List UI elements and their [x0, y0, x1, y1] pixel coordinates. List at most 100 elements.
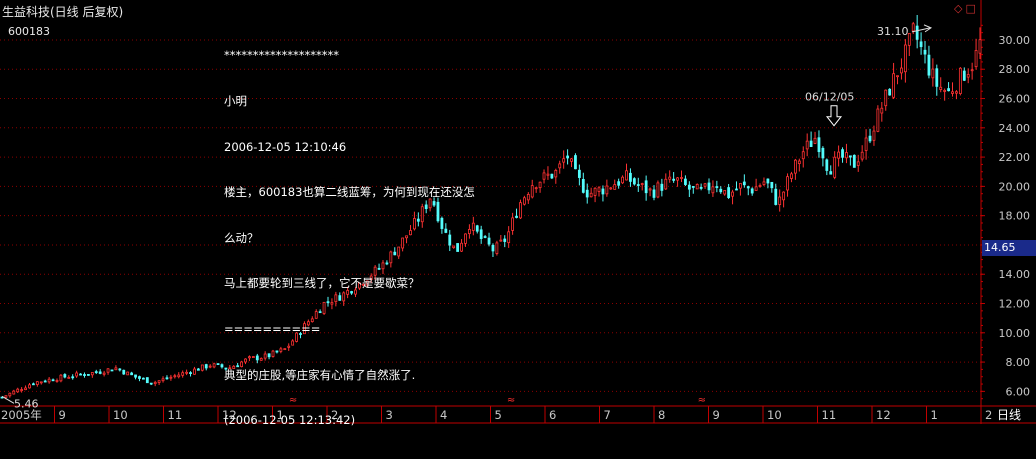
candle-up: [605, 185, 609, 195]
candle-down: [487, 237, 491, 245]
candle-down: [189, 372, 192, 375]
candle-up: [177, 374, 181, 378]
candle-up: [181, 372, 185, 376]
candle-up: [538, 181, 542, 189]
candle-down: [87, 374, 90, 376]
diamond-icon[interactable]: ◇: [954, 2, 962, 15]
candle-up: [793, 159, 797, 174]
candle-up: [495, 242, 499, 254]
candle-down: [821, 147, 825, 159]
candle-down: [141, 377, 145, 380]
y-tick-labels: 6.008.0010.0012.0014.0016.0018.0020.0022…: [999, 34, 1031, 398]
candle-up: [903, 44, 907, 73]
candle-down: [145, 377, 149, 384]
candle-up: [534, 187, 538, 190]
candle-down: [577, 169, 581, 178]
candle-down: [479, 229, 483, 239]
candle-down: [719, 188, 723, 193]
x-tick-label: 8: [658, 408, 665, 422]
candle-down: [715, 186, 719, 189]
chart-title: 生益科技(日线 后复权): [2, 5, 124, 19]
square-icon[interactable]: □: [965, 2, 975, 15]
candle-up: [75, 372, 79, 377]
low-pointer-line: [1, 395, 15, 404]
candle-up: [208, 365, 212, 368]
candle-down: [691, 186, 695, 188]
candle-down: [617, 181, 621, 186]
candle-up: [754, 186, 758, 191]
candle-down: [947, 88, 950, 92]
candle-down: [927, 54, 931, 76]
candle-down: [204, 364, 208, 369]
candle-up: [731, 191, 734, 197]
x-tick-label: 11: [168, 408, 183, 422]
candle-up: [530, 185, 534, 198]
candle-up: [625, 170, 628, 181]
note-line: 小明: [224, 94, 247, 108]
candle-down: [699, 187, 703, 189]
candle-up: [8, 392, 12, 397]
y-tick-label: 18.00: [999, 210, 1031, 223]
candle-down: [868, 135, 872, 142]
candle-down: [220, 364, 224, 368]
candle-up: [884, 89, 888, 107]
candle-up: [797, 160, 801, 164]
candle-down: [770, 181, 774, 189]
candle-down: [196, 368, 200, 371]
candle-up: [161, 378, 165, 382]
candle-down: [841, 149, 844, 158]
candle-up: [59, 374, 63, 382]
candle-down: [138, 376, 141, 379]
x-tick-label: 10: [767, 408, 782, 422]
candle-up: [153, 381, 157, 385]
candle-up: [39, 381, 43, 384]
candle-down: [684, 178, 687, 185]
candle-up: [4, 395, 8, 398]
candle-up: [966, 74, 970, 78]
period-tab[interactable]: 日线: [982, 406, 1036, 424]
candle-up: [613, 184, 617, 190]
candle-up: [648, 188, 652, 191]
candle-down: [79, 373, 82, 376]
candle-up: [542, 172, 546, 180]
candle-down: [503, 238, 507, 242]
candle-up: [711, 186, 715, 194]
candle-up: [106, 368, 110, 373]
candle-down: [852, 154, 856, 168]
x-tick-label: 11: [822, 408, 837, 422]
candle-down: [43, 380, 47, 383]
x-tick-label: 9: [59, 408, 66, 422]
candle-up: [20, 389, 24, 391]
candle-up: [511, 217, 515, 231]
candle-up: [114, 367, 118, 371]
candle-up: [680, 177, 683, 179]
candle-down: [71, 376, 75, 379]
candle-down: [110, 369, 114, 372]
candle-up: [519, 202, 522, 219]
y-tick-label: 22.00: [999, 151, 1031, 164]
candle-up: [900, 67, 903, 74]
candle-up: [813, 137, 817, 144]
candle-up: [621, 176, 624, 184]
candle-up: [554, 169, 558, 178]
candle-up: [570, 158, 573, 162]
candle-up: [24, 387, 27, 391]
candle-down: [848, 155, 852, 158]
candle-up: [778, 196, 782, 205]
forum-note: ******************** 小明 2006-12-05 12:10…: [224, 18, 475, 459]
candle-down: [919, 41, 923, 48]
axes: [0, 0, 1036, 424]
header-icons: ◇ □: [954, 2, 979, 15]
candle-up: [185, 371, 189, 374]
x-tick-label: 9: [713, 408, 720, 422]
note-line: (2006-12-05 12:13:42): [224, 413, 356, 428]
candle-up: [695, 184, 699, 190]
candle-down: [165, 377, 169, 380]
candle-down: [98, 371, 102, 374]
candle-down: [585, 189, 589, 198]
candle-down: [130, 372, 134, 376]
candle-up: [833, 156, 837, 178]
candle-up: [593, 187, 597, 196]
candle-up: [974, 50, 978, 68]
candle-down: [0, 396, 4, 399]
